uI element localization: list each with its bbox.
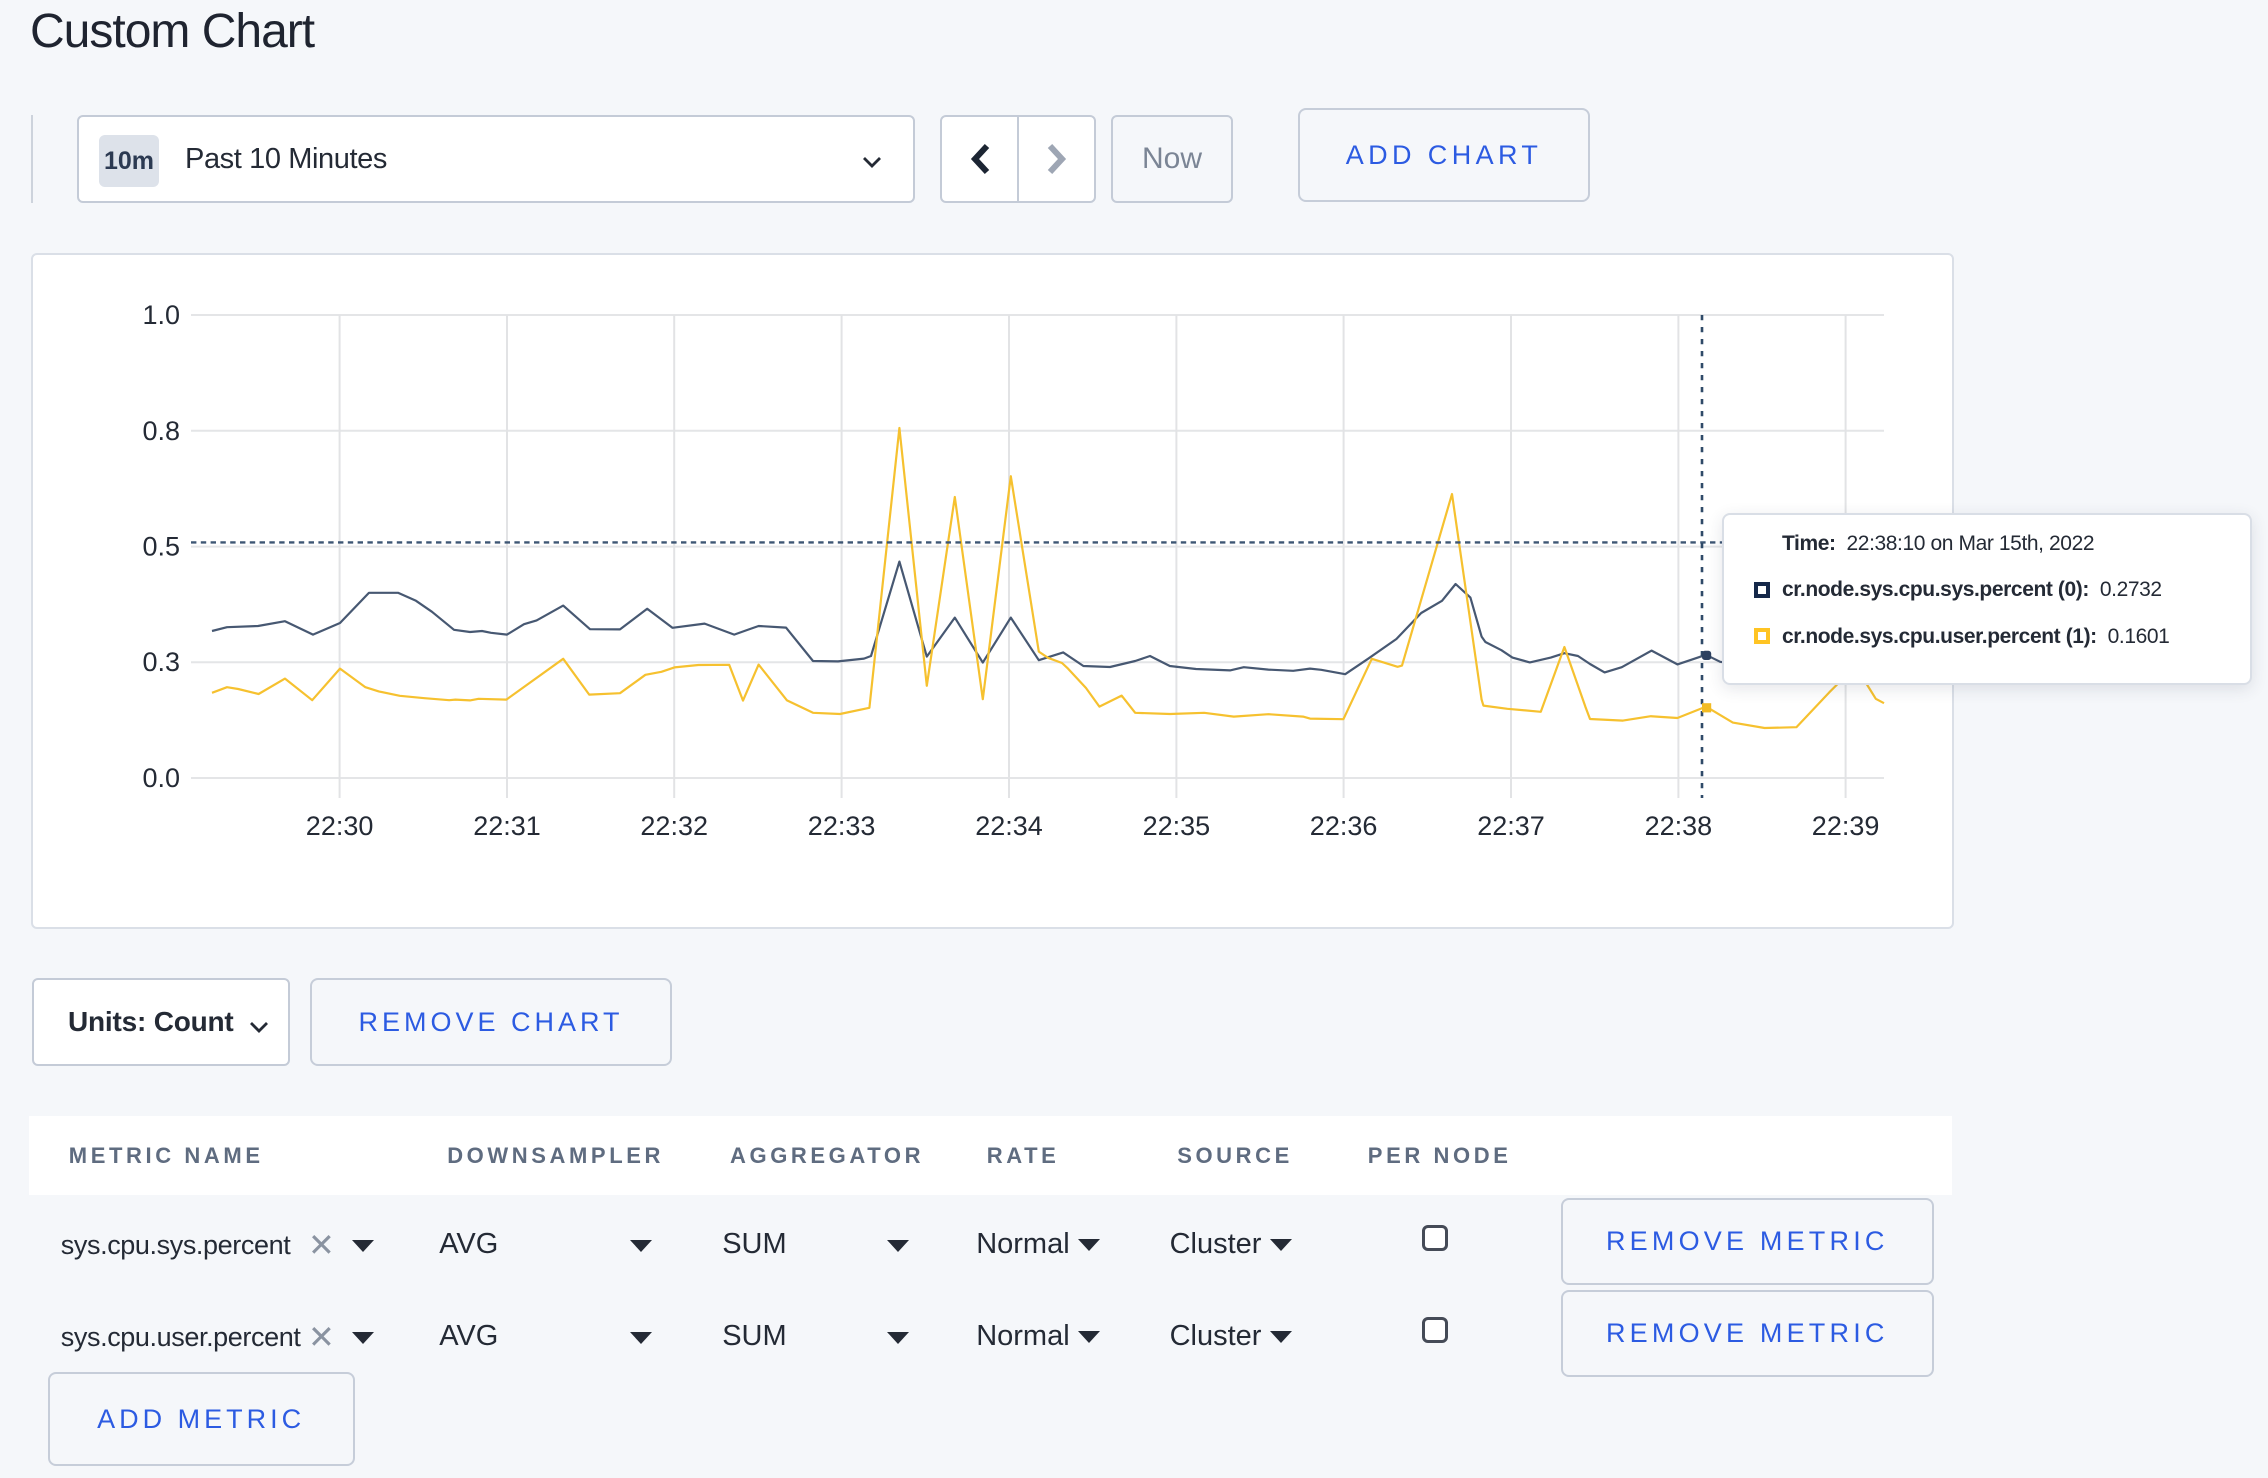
svg-text:22:37: 22:37: [1477, 811, 1545, 841]
svg-text:22:36: 22:36: [1310, 811, 1378, 841]
svg-text:22:39: 22:39: [1812, 811, 1880, 841]
svg-text:22:38: 22:38: [1645, 811, 1713, 841]
svg-text:22:31: 22:31: [473, 811, 541, 841]
svg-text:0.8: 0.8: [142, 416, 180, 446]
svg-text:22:30: 22:30: [306, 811, 374, 841]
svg-text:22:33: 22:33: [808, 811, 876, 841]
svg-text:22:34: 22:34: [975, 811, 1043, 841]
svg-text:1.0: 1.0: [142, 300, 180, 330]
svg-text:0.0: 0.0: [142, 763, 180, 793]
svg-text:0.3: 0.3: [142, 647, 180, 677]
svg-text:22:35: 22:35: [1143, 811, 1211, 841]
svg-text:0.5: 0.5: [142, 532, 180, 562]
svg-text:22:32: 22:32: [640, 811, 708, 841]
